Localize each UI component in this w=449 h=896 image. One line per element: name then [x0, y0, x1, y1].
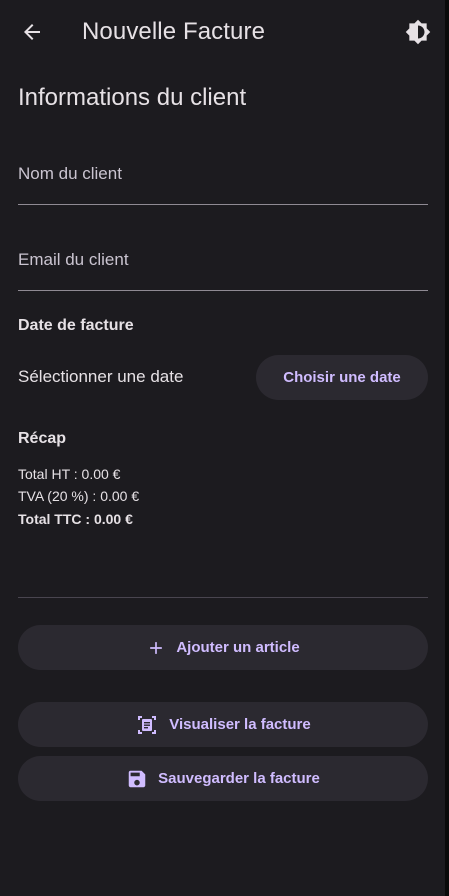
total-ttc: Total TTC : 0.00 €: [18, 511, 133, 527]
client-email-field[interactable]: [18, 230, 428, 291]
add-article-button[interactable]: Ajouter un article: [18, 625, 428, 670]
plus-icon: [146, 638, 166, 658]
client-name-input[interactable]: [18, 144, 428, 204]
divider: [18, 597, 428, 598]
arrow-left-icon: [24, 24, 40, 40]
window-edge: [445, 0, 449, 896]
date-heading: Date de facture: [18, 317, 134, 334]
save-invoice-label: Sauvegarder la facture: [158, 770, 320, 787]
tva-amount: TVA (20 %) : 0.00 €: [18, 488, 140, 504]
view-invoice-button[interactable]: Visualiser la facture: [18, 702, 428, 747]
add-article-label: Ajouter un article: [176, 639, 300, 656]
date-label: Sélectionner une date: [18, 367, 184, 386]
brightness-icon: [405, 19, 431, 45]
total-ht: Total HT : 0.00 €: [18, 466, 121, 482]
client-section-title: Informations du client: [18, 84, 247, 111]
save-invoice-button[interactable]: Sauvegarder la facture: [18, 756, 428, 801]
recap-heading: Récap: [18, 430, 67, 447]
screen: Nouvelle Facture Informations du client …: [0, 0, 445, 896]
choose-date-button[interactable]: Choisir une date: [256, 355, 428, 400]
back-button[interactable]: [12, 12, 52, 52]
save-icon: [126, 768, 148, 790]
client-name-field[interactable]: [18, 144, 428, 205]
view-invoice-label: Visualiser la facture: [169, 716, 311, 733]
client-email-input[interactable]: [18, 230, 428, 290]
document-scanner-icon: [135, 713, 159, 737]
app-bar: Nouvelle Facture: [0, 0, 445, 64]
page-title: Nouvelle Facture: [82, 18, 266, 45]
theme-toggle-button[interactable]: [398, 12, 438, 52]
